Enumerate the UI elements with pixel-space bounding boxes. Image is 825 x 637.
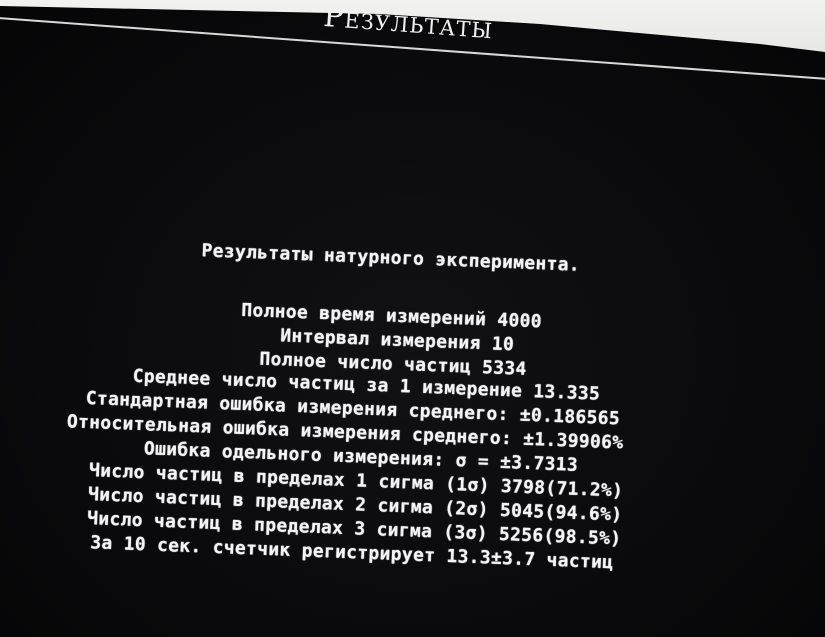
results-heading: Результаты натурного эксперимента. <box>201 240 581 276</box>
terminal-screen: Результаты Результаты натурного эксперим… <box>0 0 825 637</box>
results-panel: Результаты натурного эксперимента. Полно… <box>0 0 825 637</box>
